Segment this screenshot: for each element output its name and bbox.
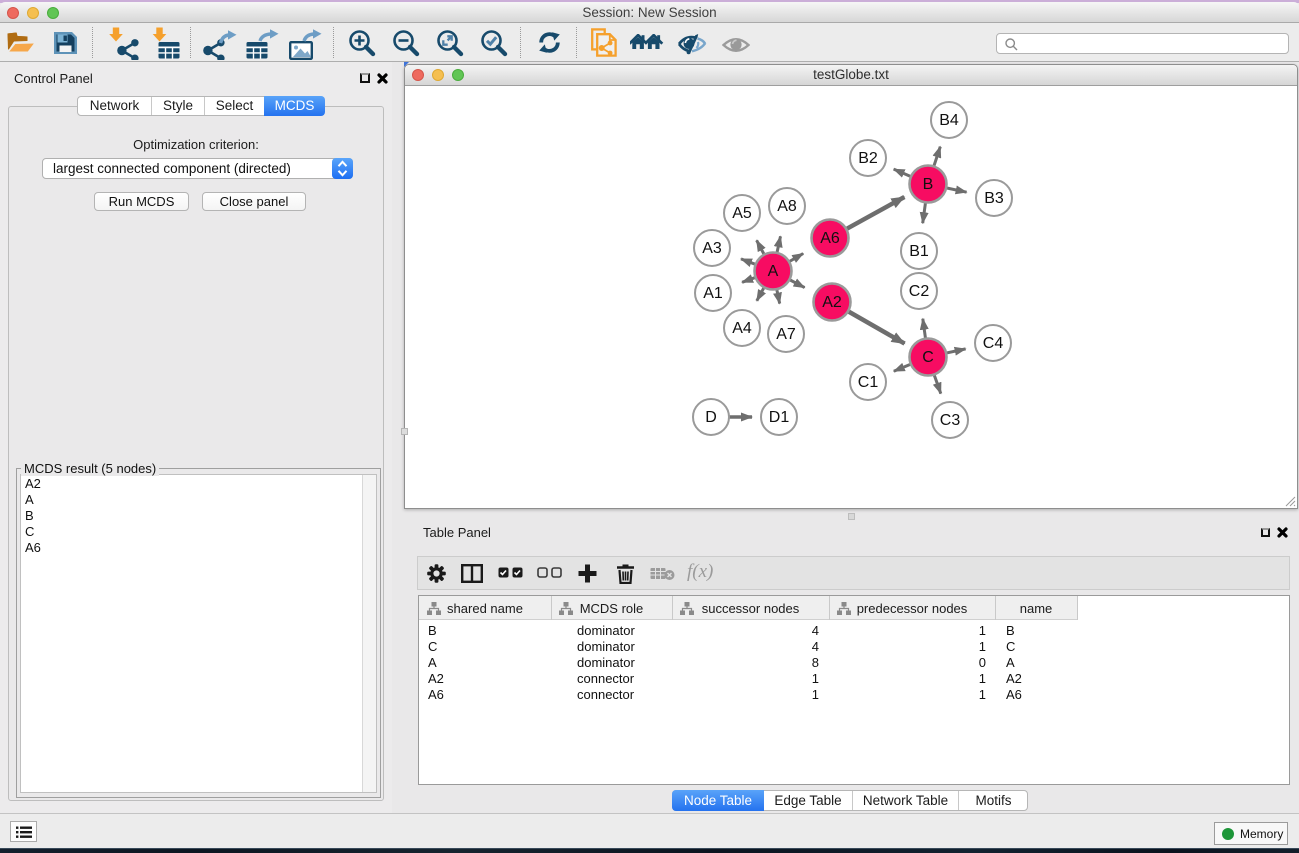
- svg-text:B3: B3: [984, 190, 1004, 207]
- svg-text:C2: C2: [909, 283, 930, 300]
- svg-text:A8: A8: [777, 198, 797, 215]
- svg-text:D1: D1: [769, 409, 790, 426]
- svg-text:A3: A3: [702, 240, 722, 257]
- svg-text:A2: A2: [822, 294, 842, 311]
- svg-text:B: B: [923, 176, 934, 193]
- svg-text:A6: A6: [820, 230, 840, 247]
- svg-text:A: A: [768, 263, 779, 280]
- svg-text:C3: C3: [940, 412, 961, 429]
- svg-text:C4: C4: [983, 335, 1004, 352]
- svg-text:C1: C1: [858, 374, 879, 391]
- svg-text:B2: B2: [858, 150, 878, 167]
- svg-text:A7: A7: [776, 326, 796, 343]
- svg-text:C: C: [922, 349, 934, 366]
- svg-text:A5: A5: [732, 205, 752, 222]
- svg-text:D: D: [705, 409, 717, 426]
- svg-text:B4: B4: [939, 112, 959, 129]
- svg-text:A4: A4: [732, 320, 752, 337]
- svg-text:B1: B1: [909, 243, 929, 260]
- svg-text:A1: A1: [703, 285, 723, 302]
